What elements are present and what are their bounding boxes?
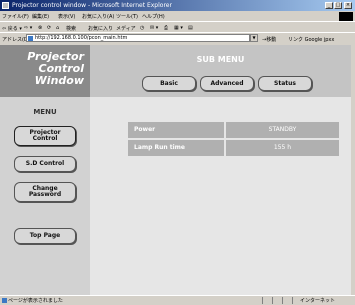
projector-control-line-2: Control [32, 135, 58, 142]
status-divider [262, 297, 263, 304]
minimize-button[interactable]: _ [325, 2, 333, 9]
status-divider [282, 297, 283, 304]
window-title-bar[interactable]: Projector control window - Microsoft Int… [0, 0, 355, 11]
mail-icon[interactable]: ✉ ▾ [150, 25, 158, 31]
vertical-scrollbar[interactable] [351, 45, 355, 295]
links-bar: リンク Google jpxx [288, 36, 334, 43]
brand-line-1: Projector [27, 50, 84, 63]
go-button[interactable]: →移動 [262, 36, 276, 43]
menu-file[interactable]: ファイル(F) [2, 13, 29, 20]
search-button[interactable]: 検索 [66, 25, 76, 32]
change-password-button[interactable]: Change Password [14, 182, 76, 202]
menu-favorites[interactable]: お気に入り(A) [82, 13, 114, 20]
brand-line-3: Window [34, 74, 84, 87]
status-divider [292, 297, 293, 304]
brand-logo: Projector Control Window [0, 45, 90, 97]
projector-control-button[interactable]: Projector Control [14, 126, 76, 146]
link-jpxx[interactable]: jpxx [324, 37, 334, 43]
brand-line-2: Control [38, 62, 84, 75]
internet-zone: インターネット [300, 298, 336, 304]
lamp-run-time-label: Lamp Run time [128, 140, 224, 156]
tab-status[interactable]: Status [258, 76, 312, 91]
top-page-button[interactable]: Top Page [14, 228, 76, 244]
sidebar: Projector Control Window MENU Projector … [0, 45, 90, 295]
link-google[interactable]: Google [305, 37, 323, 43]
history-icon[interactable]: ◷ [140, 25, 144, 31]
menu-help[interactable]: ヘルプ(H) [142, 13, 165, 20]
sd-control-button[interactable]: S.D Control [14, 156, 76, 172]
print-icon[interactable]: ⎙ [164, 25, 168, 31]
favorites-button[interactable]: お気に入り [88, 25, 113, 32]
power-value: STANDBY [226, 122, 339, 138]
menu-bar: ファイル(F) 編集(E) 表示(V) お気に入り(A) ツール(T) ヘルプ(… [0, 11, 355, 21]
page-icon [28, 36, 33, 41]
status-table: Power STANDBY Lamp Run time 155 h [128, 122, 339, 158]
links-label: リンク [288, 37, 304, 43]
windows-logo [339, 12, 353, 21]
table-row: Lamp Run time 155 h [128, 140, 339, 156]
address-url: http://192.168.0.100/pcon_main.htm [35, 35, 128, 41]
menu-view[interactable]: 表示(V) [58, 13, 75, 20]
menu-edit[interactable]: 編集(E) [32, 13, 49, 20]
submenu-header: SUB MENU Basic Advanced Status [90, 45, 351, 97]
address-input[interactable]: http://192.168.0.100/pcon_main.htm [26, 34, 250, 42]
home-icon[interactable]: ⌂ [56, 25, 59, 31]
lamp-run-time-value: 155 h [226, 140, 339, 156]
tab-basic[interactable]: Basic [142, 76, 196, 91]
address-bar: アドレス(D) http://192.168.0.100/pcon_main.h… [0, 32, 355, 44]
ie-app-icon [2, 2, 9, 9]
forward-button[interactable]: ⇨ ▾ [24, 25, 32, 31]
menu-label: MENU [33, 108, 57, 116]
change-password-line-2: Password [28, 191, 62, 198]
edit-icon[interactable]: ▦ ▾ [174, 25, 183, 31]
top-page-label: Top Page [29, 232, 61, 239]
menu-tools[interactable]: ツール(T) [116, 13, 138, 20]
maximize-button[interactable]: □ [334, 2, 342, 9]
sd-control-label: S.D Control [25, 160, 65, 167]
refresh-icon[interactable]: ⟳ [47, 25, 51, 31]
window-title: Projector control window - Microsoft Int… [12, 2, 172, 9]
page-content: Projector Control Window MENU Projector … [0, 45, 351, 295]
power-label: Power [128, 122, 224, 138]
page-done-icon [2, 298, 7, 303]
submenu-title: SUB MENU [196, 55, 245, 64]
address-dropdown-icon[interactable]: ▼ [250, 34, 258, 42]
status-divider [272, 297, 273, 304]
tab-advanced[interactable]: Advanced [200, 76, 254, 91]
back-button[interactable]: ⇦ 戻る ▾ [2, 25, 22, 32]
discuss-icon[interactable]: ▤ [188, 25, 193, 31]
media-button[interactable]: メディア [116, 25, 136, 32]
table-row: Power STANDBY [128, 122, 339, 138]
close-button[interactable]: × [344, 2, 352, 9]
stop-icon[interactable]: ⊗ [38, 25, 42, 31]
status-text: ページが表示されました [8, 298, 63, 304]
